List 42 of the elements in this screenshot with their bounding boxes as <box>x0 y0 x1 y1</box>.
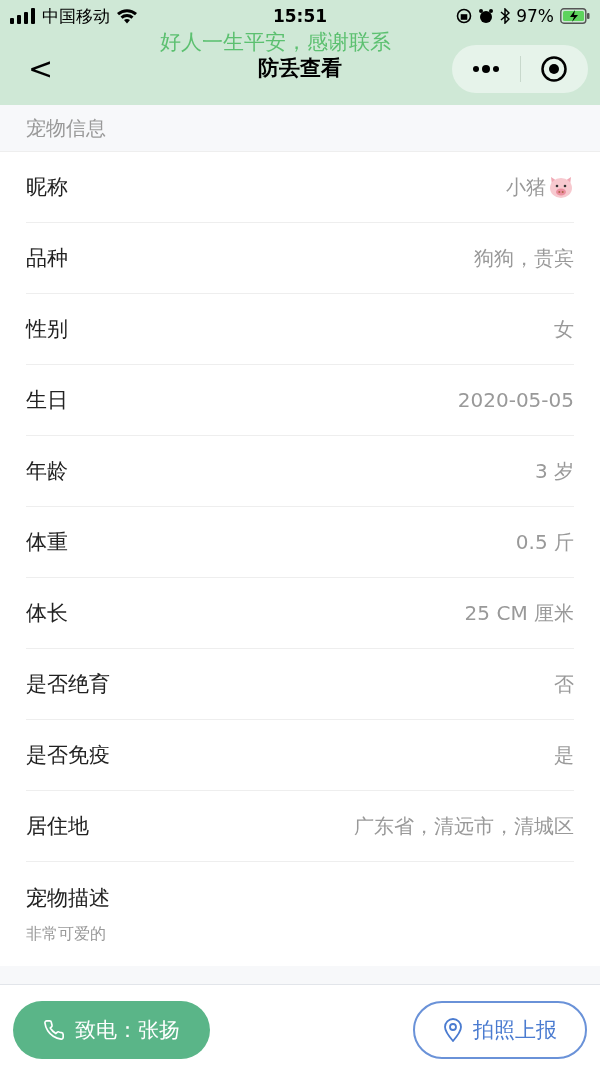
field-label: 体长 <box>26 600 68 627</box>
page-title: 防丢查看 <box>258 55 342 82</box>
field-value: 广东省，清远市，清城区 <box>354 812 574 840</box>
field-label: 品种 <box>26 245 68 272</box>
bluetooth-icon <box>500 8 511 24</box>
field-value: 2020-05-05 <box>457 388 574 412</box>
field-label: 生日 <box>26 387 68 414</box>
field-value: 0.5 斤 <box>515 528 574 556</box>
pig-face-icon <box>548 175 574 199</box>
field-label: 宠物描述 <box>26 884 111 912</box>
field-value: 25 CM 厘米 <box>464 599 574 627</box>
report-button[interactable]: 拍照上报 <box>413 1001 587 1059</box>
location-pin-icon <box>443 1018 463 1042</box>
back-button[interactable]: < <box>28 53 54 84</box>
field-label: 性别 <box>26 316 68 343</box>
field-label: 年龄 <box>26 458 68 485</box>
description-text: 非常可爱的 <box>26 923 107 945</box>
signal-icon <box>10 8 36 24</box>
section-title: 宠物信息 <box>26 114 106 142</box>
field-value: 小猪 <box>506 173 546 201</box>
battery-charging-icon <box>560 8 590 24</box>
carrier-name: 中国移动 <box>42 4 110 28</box>
field-label: 昵称 <box>26 174 68 201</box>
field-label: 居住地 <box>26 813 89 840</box>
alarm-clock-icon <box>478 8 495 24</box>
field-value: 是 <box>554 741 574 769</box>
clock-time: 15:51 <box>272 6 328 26</box>
target-circle-icon <box>540 54 569 83</box>
field-value: 女 <box>554 315 574 343</box>
banner-text: 好人一生平安，感谢联系 <box>160 29 391 56</box>
field-label: 是否绝育 <box>26 671 110 698</box>
phone-icon <box>43 1019 65 1041</box>
field-value: 否 <box>554 670 574 698</box>
field-value: 狗狗，贵宾 <box>474 244 574 272</box>
field-label: 体重 <box>26 529 68 556</box>
call-button[interactable]: 致电：张扬 <box>13 1001 210 1059</box>
field-value: 3 岁 <box>534 457 574 485</box>
more-dots-icon <box>470 63 501 74</box>
field-label: 是否免疫 <box>26 742 110 769</box>
battery-percentage: 97% <box>516 6 554 26</box>
rotation-lock-icon <box>456 8 473 24</box>
wifi-icon <box>116 8 138 24</box>
